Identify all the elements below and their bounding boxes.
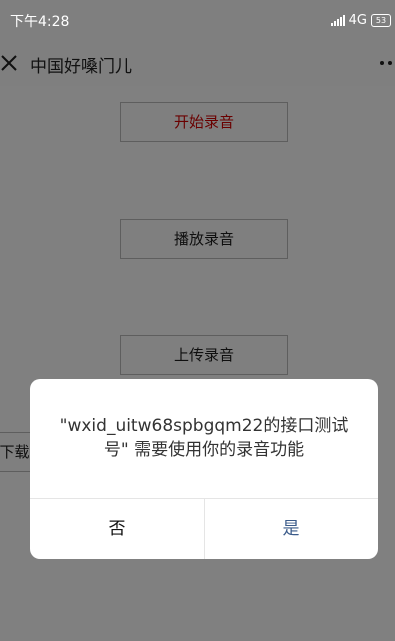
page-title: 中国好嗓门儿: [30, 57, 132, 77]
allow-button[interactable]: 是: [204, 499, 378, 559]
nav-bar: 中国好嗓门儿: [0, 40, 395, 86]
status-time: 下午4:28: [10, 14, 70, 30]
permission-dialog: "wxid_uitw68spbgqm22的接口测试号" 需要使用你的录音功能 否…: [30, 379, 378, 559]
start-recording-button[interactable]: 开始录音: [120, 102, 288, 142]
more-icon[interactable]: [379, 58, 395, 68]
battery-icon: 53: [371, 13, 391, 27]
dialog-message: "wxid_uitw68spbgqm22的接口测试号" 需要使用你的录音功能: [59, 416, 349, 460]
close-icon[interactable]: [0, 50, 20, 74]
deny-button[interactable]: 否: [30, 499, 204, 559]
network-type: 4G: [348, 12, 367, 28]
signal-icon: [330, 14, 345, 26]
play-recording-button[interactable]: 播放录音: [120, 219, 288, 259]
status-icons: 4G 53: [330, 11, 391, 29]
upload-recording-button[interactable]: 上传录音: [120, 335, 288, 375]
status-bar: 下午4:28 4G 53: [0, 0, 395, 40]
